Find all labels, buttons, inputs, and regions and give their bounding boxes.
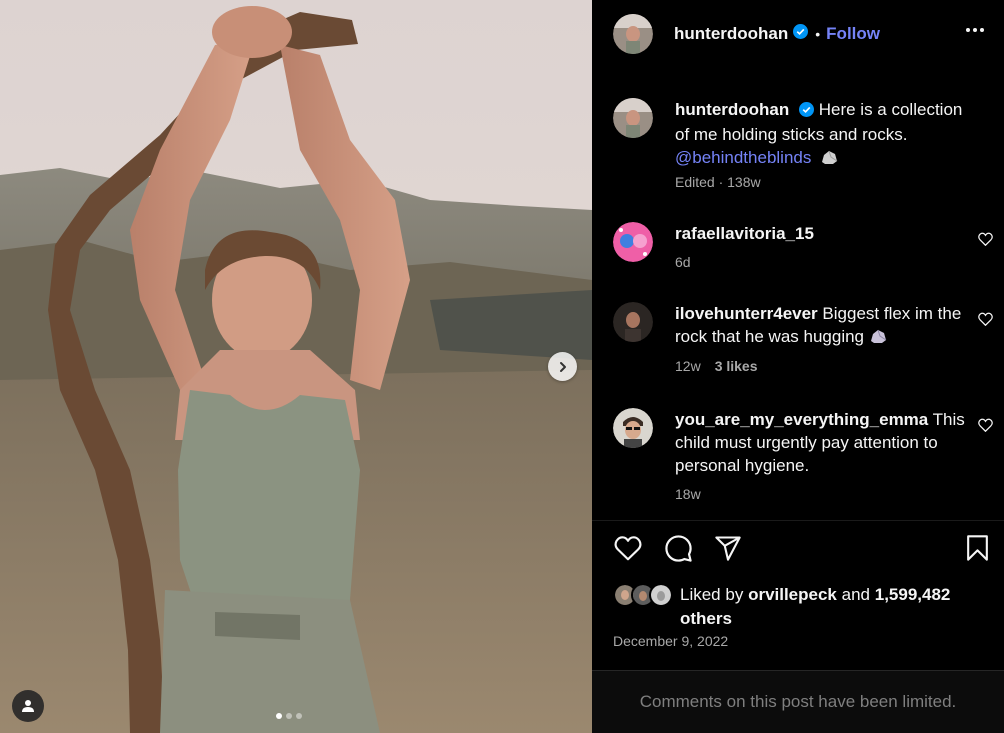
verified-badge-icon	[799, 100, 814, 123]
carousel-dot	[286, 713, 292, 719]
liked-by-user[interactable]: orvillepeck	[748, 585, 837, 604]
likes-text: Liked by orvillepeck and 1,599,482 other…	[680, 583, 970, 631]
caption-username[interactable]: hunterdoohan	[675, 100, 789, 119]
avatar	[649, 583, 673, 607]
caption-mention[interactable]: @behindtheblinds	[675, 148, 811, 167]
caption-meta: Edited · 138w	[675, 174, 761, 190]
chevron-right-icon	[559, 361, 566, 372]
comment-item: you_are_my_everything_emma This child mu…	[613, 408, 993, 502]
like-comment-heart-icon[interactable]	[978, 418, 993, 437]
avatar[interactable]	[613, 14, 653, 54]
comment-likes-count[interactable]: 3 likes	[715, 358, 758, 374]
carousel-dot	[276, 713, 282, 719]
heart-icon[interactable]	[613, 535, 643, 566]
post-header: hunterdoohan • Follow	[592, 0, 1004, 68]
comment-time: 6d	[675, 254, 691, 270]
avatar[interactable]	[613, 302, 653, 342]
comments-list[interactable]: hunterdoohan Here is a collection of me …	[592, 68, 1004, 520]
comment-username[interactable]: ilovehunterr4ever	[675, 304, 818, 323]
comment-meta: 12w 3 likes	[675, 358, 758, 374]
next-image-button[interactable]	[548, 352, 577, 381]
like-comment-heart-icon[interactable]	[978, 232, 993, 251]
separator-dot: •	[815, 26, 821, 42]
likes-prefix: Liked by	[680, 585, 744, 604]
comment-icon[interactable]	[664, 534, 693, 568]
avatar[interactable]	[613, 98, 653, 138]
comment-time: 18w	[675, 486, 701, 502]
comment-username[interactable]: rafaellavitoria_15	[675, 224, 814, 243]
share-icon[interactable]	[714, 534, 742, 567]
avatar[interactable]	[613, 222, 653, 262]
caption-text: hunterdoohan Here is a collection of me …	[675, 98, 975, 169]
post-media[interactable]	[0, 0, 592, 733]
author-username[interactable]: hunterdoohan	[674, 24, 788, 44]
rock-emoji-icon	[816, 148, 838, 167]
comment-text: ilovehunterr4ever Biggest flex im the ro…	[675, 302, 975, 348]
carousel-dot	[296, 713, 302, 719]
carousel-indicator	[276, 713, 302, 719]
likes-and: and	[841, 585, 870, 604]
comment-meta: 18w	[675, 486, 701, 502]
post-photo	[0, 0, 592, 733]
verified-badge-icon	[793, 24, 809, 44]
tag-user-icon	[22, 700, 34, 712]
comment-text: you_are_my_everything_emma This child mu…	[675, 408, 975, 477]
comments-limited-notice: Comments on this post have been limited.	[592, 670, 1004, 733]
caption: hunterdoohan Here is a collection of me …	[613, 98, 993, 198]
follow-button[interactable]: Follow	[826, 24, 880, 44]
post-details-panel: hunterdoohan • Follow hunterdoohan Here …	[592, 0, 1004, 733]
rock-emoji-icon	[869, 327, 887, 346]
tagged-users-button[interactable]	[12, 690, 44, 722]
comment-item: ilovehunterr4ever Biggest flex im the ro…	[613, 302, 993, 382]
comment-item: rafaellavitoria_15 6d	[613, 222, 993, 282]
comment-username[interactable]: you_are_my_everything_emma	[675, 410, 928, 429]
liked-by-avatars	[613, 583, 673, 607]
post-actions: Liked by orvillepeck and 1,599,482 other…	[592, 520, 1004, 650]
comment-time: 12w	[675, 358, 701, 374]
bookmark-icon[interactable]	[965, 534, 990, 567]
like-comment-heart-icon[interactable]	[978, 312, 993, 331]
post-date[interactable]: December 9, 2022	[613, 633, 728, 649]
comment-text: rafaellavitoria_15	[675, 222, 975, 245]
more-options-icon[interactable]	[964, 22, 986, 43]
avatar[interactable]	[613, 408, 653, 448]
comment-meta: 6d	[675, 254, 691, 270]
